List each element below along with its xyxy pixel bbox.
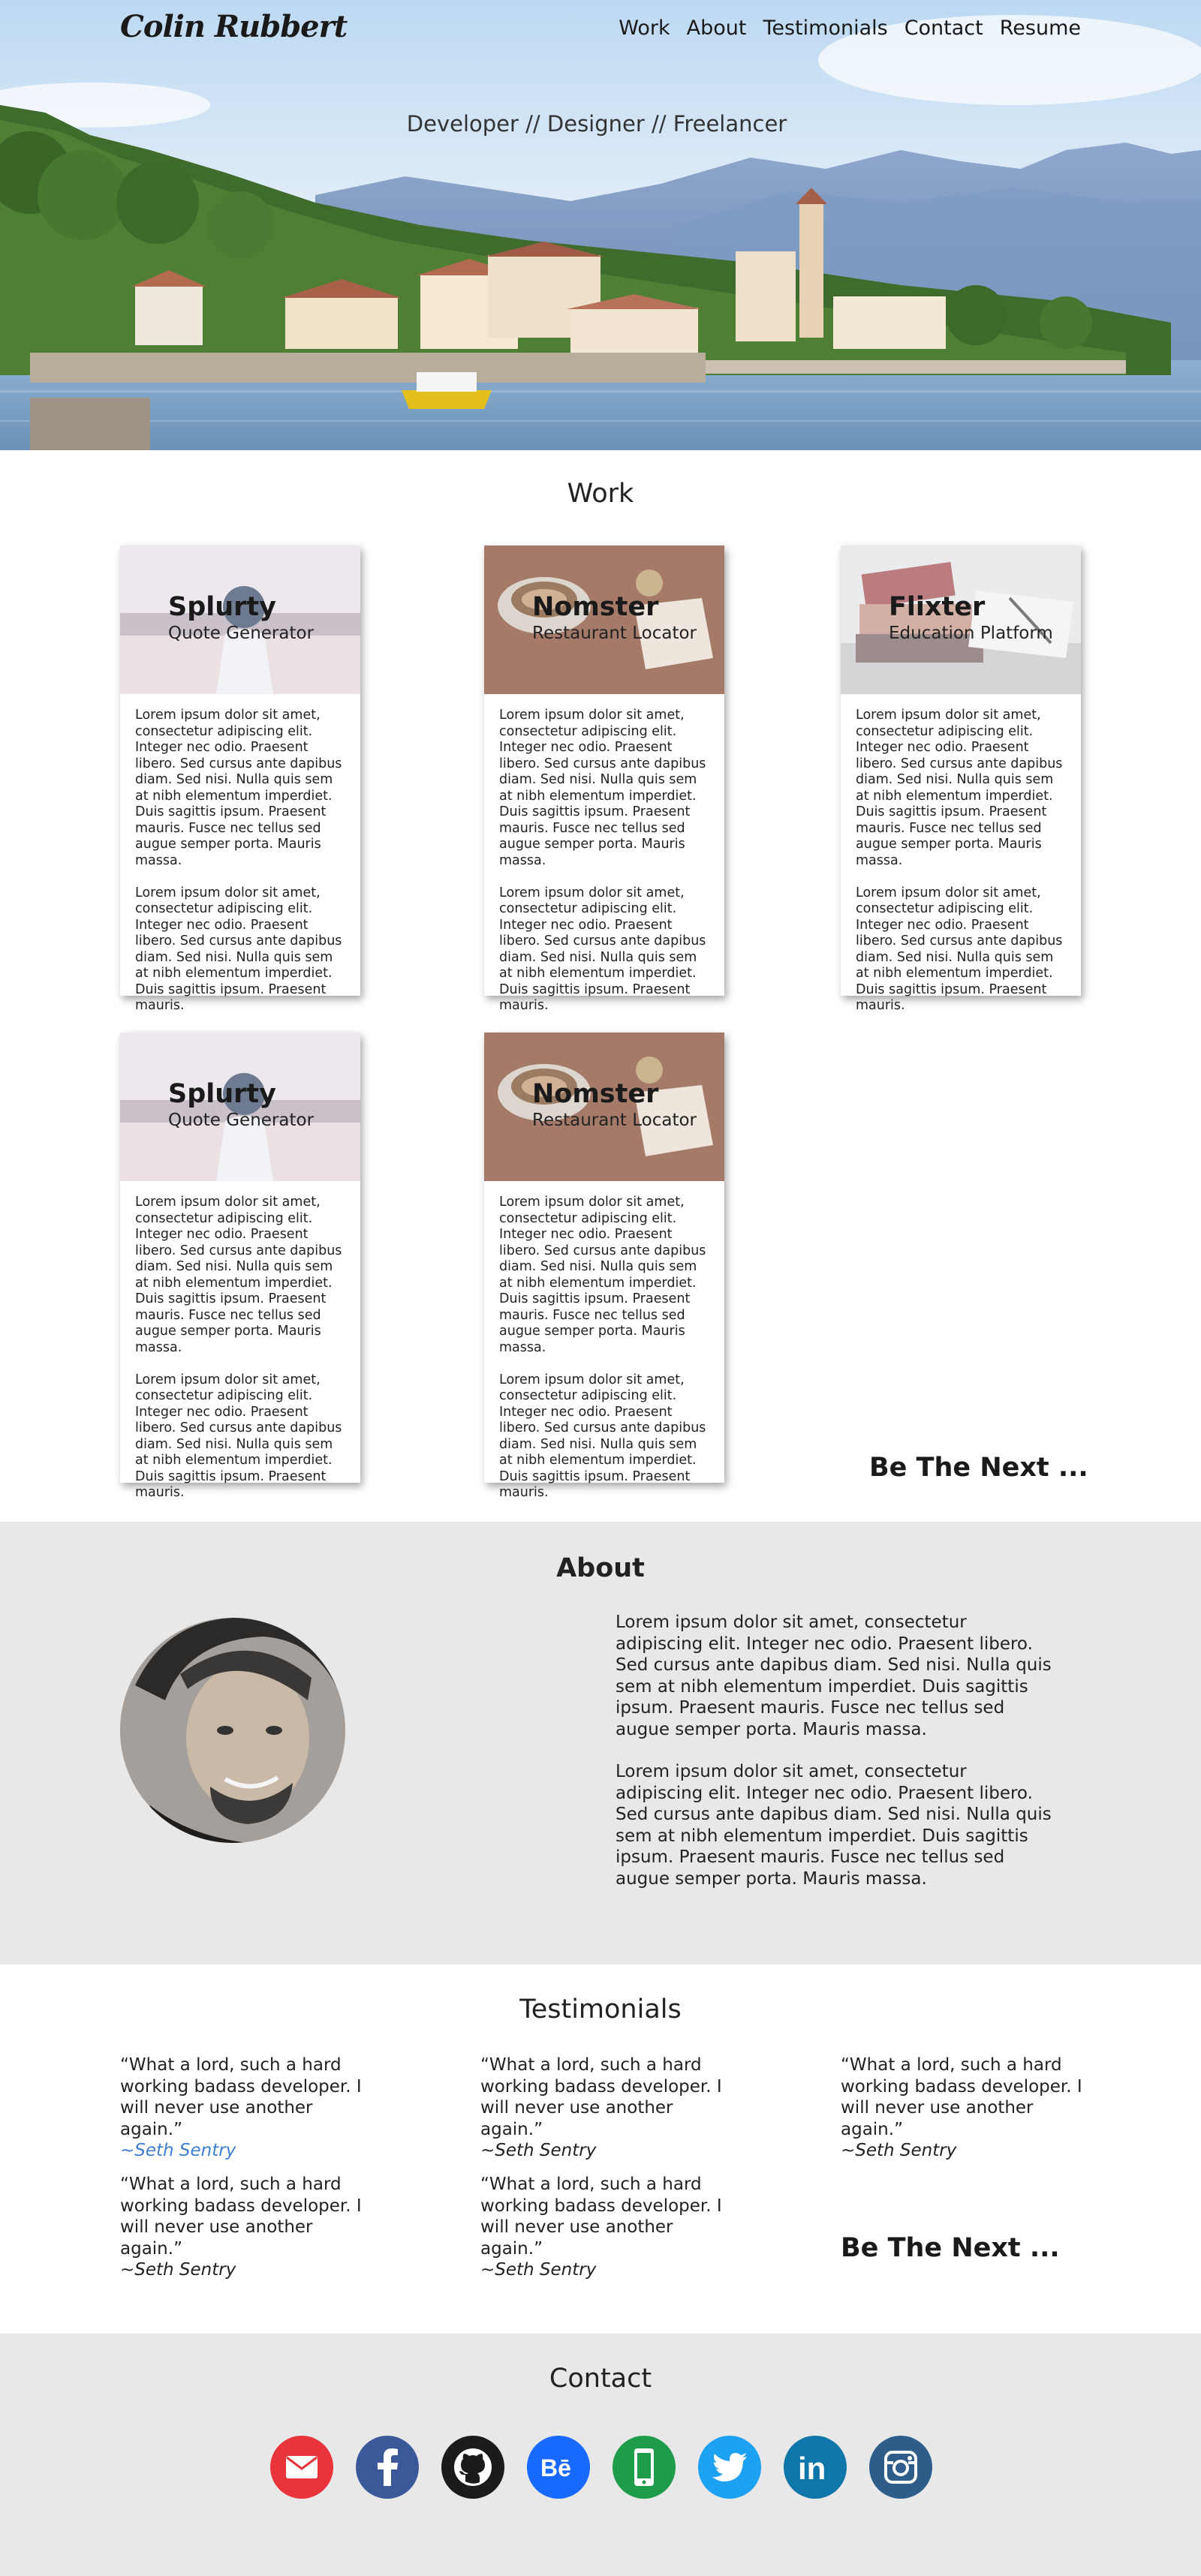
project-title: Nomster xyxy=(532,1079,659,1109)
nav-link-testimonials[interactable]: Testimonials xyxy=(763,17,887,40)
testimonial-author: ~Seth Sentry xyxy=(841,2141,957,2160)
nav-link-work[interactable]: Work xyxy=(619,17,670,40)
linkedin-icon[interactable]: in xyxy=(784,2436,847,2499)
project-card-nomster[interactable]: Nomster Restaurant Locator Lorem ipsum d… xyxy=(484,546,724,1013)
about-paragraph: Lorem ipsum dolor sit amet, consectetur … xyxy=(616,1613,1052,1739)
testimonial: “What a lord, such a hard working badass… xyxy=(120,2054,368,2162)
project-description: Lorem ipsum dolor sit amet, consectetur … xyxy=(484,694,724,1014)
project-card-flixter[interactable]: Flixter Education Platform Lorem ipsum d… xyxy=(841,546,1081,1013)
hero-tagline: Developer // Designer // Freelancer xyxy=(406,111,787,137)
social-links: Bē in xyxy=(0,2436,1201,2499)
about-paragraph: Lorem ipsum dolor sit amet, consectetur … xyxy=(616,1762,1052,1889)
project-title: Splurty xyxy=(168,592,276,622)
testimonial: “What a lord, such a hard working badass… xyxy=(120,2174,368,2281)
testimonial-quote: “What a lord, such a hard working badass… xyxy=(120,2175,362,2259)
project-card-splurty[interactable]: Splurty Quote Generator Lorem ipsum dolo… xyxy=(120,1033,360,1500)
brand-logo[interactable]: Colin Rubbert xyxy=(120,9,348,44)
project-description: Lorem ipsum dolor sit amet, consectetur … xyxy=(841,694,1081,1014)
project-subtitle: Quote Generator xyxy=(168,1111,315,1130)
description-paragraph: Lorem ipsum dolor sit amet, consectetur … xyxy=(135,1195,342,1355)
contact-section: Contact Bē in xyxy=(0,2334,1201,2576)
facebook-icon[interactable] xyxy=(356,2436,419,2499)
project-description: Lorem ipsum dolor sit amet, consectetur … xyxy=(120,694,360,1014)
avatar xyxy=(120,1618,345,1843)
testimonial-quote: “What a lord, such a hard working badass… xyxy=(480,2055,722,2139)
description-paragraph: Lorem ipsum dolor sit amet, consectetur … xyxy=(499,885,706,1014)
svg-text:Bē: Bē xyxy=(540,2454,571,2480)
description-paragraph: Lorem ipsum dolor sit amet, consectetur … xyxy=(856,708,1063,868)
testimonial: “What a lord, such a hard working badass… xyxy=(480,2054,728,2162)
work-title: Work xyxy=(567,479,634,509)
testimonial-author-link[interactable]: ~Seth Sentry xyxy=(120,2140,368,2162)
description-paragraph: Lorem ipsum dolor sit amet, consectetur … xyxy=(135,885,342,1014)
testimonials-section: Testimonials “What a lord, such a hard w… xyxy=(0,1964,1201,2334)
project-image: Nomster Restaurant Locator xyxy=(484,1033,724,1181)
testimonials-title: Testimonials xyxy=(519,1994,682,2024)
description-paragraph: Lorem ipsum dolor sit amet, consectetur … xyxy=(499,1195,706,1355)
testimonial: “What a lord, such a hard working badass… xyxy=(841,2054,1088,2162)
nav-link-contact[interactable]: Contact xyxy=(905,17,983,40)
project-subtitle: Education Platform xyxy=(889,624,1053,643)
work-section: Work Splurty Quote Generator Lorem ipsum… xyxy=(0,450,1201,1522)
project-card-splurty[interactable]: Splurty Quote Generator Lorem ipsum dolo… xyxy=(120,546,360,1013)
testimonial-author: ~Seth Sentry xyxy=(480,2141,597,2160)
testimonial-author: ~Seth Sentry xyxy=(120,2260,236,2280)
project-image: Nomster Restaurant Locator xyxy=(484,546,724,694)
instagram-icon[interactable] xyxy=(869,2436,932,2499)
project-description: Lorem ipsum dolor sit amet, consectetur … xyxy=(484,1181,724,1501)
behance-icon[interactable]: Bē xyxy=(527,2436,590,2499)
project-title: Flixter xyxy=(889,592,986,622)
description-paragraph: Lorem ipsum dolor sit amet, consectetur … xyxy=(499,1372,706,1501)
svg-text:in: in xyxy=(798,2451,826,2484)
github-icon[interactable] xyxy=(441,2436,504,2499)
description-paragraph: Lorem ipsum dolor sit amet, consectetur … xyxy=(135,1372,342,1501)
description-paragraph: Lorem ipsum dolor sit amet, consectetur … xyxy=(135,708,342,868)
about-title: About xyxy=(556,1553,645,1583)
project-subtitle: Restaurant Locator xyxy=(532,1111,697,1130)
testimonial-quote: “What a lord, such a hard working badass… xyxy=(120,2055,362,2139)
about-text: Lorem ipsum dolor sit amet, consectetur … xyxy=(616,1612,1058,1889)
project-image: Flixter Education Platform xyxy=(841,546,1081,694)
project-title: Nomster xyxy=(532,592,659,622)
project-description: Lorem ipsum dolor sit amet, consectetur … xyxy=(120,1181,360,1501)
contact-title: Contact xyxy=(549,2364,652,2394)
twitter-icon[interactable] xyxy=(698,2436,761,2499)
nav-link-resume[interactable]: Resume xyxy=(1000,17,1081,40)
project-card-nomster[interactable]: Nomster Restaurant Locator Lorem ipsum d… xyxy=(484,1033,724,1500)
project-image: Splurty Quote Generator xyxy=(120,546,360,694)
phone-icon[interactable] xyxy=(613,2436,676,2499)
top-nav: Colin Rubbert Work About Testimonials Co… xyxy=(0,0,1201,60)
testimonial-quote: “What a lord, such a hard working badass… xyxy=(841,2055,1082,2139)
project-title: Splurty xyxy=(168,1079,276,1109)
hero-landscape-image xyxy=(0,0,1201,450)
nav-link-about[interactable]: About xyxy=(687,17,747,40)
testimonials-be-the-next[interactable]: Be The Next ... xyxy=(841,2233,1060,2263)
testimonial: “What a lord, such a hard working badass… xyxy=(480,2174,728,2281)
testimonial-quote: “What a lord, such a hard working badass… xyxy=(480,2175,722,2259)
project-subtitle: Restaurant Locator xyxy=(532,624,697,643)
testimonial-author: ~Seth Sentry xyxy=(480,2260,597,2280)
description-paragraph: Lorem ipsum dolor sit amet, consectetur … xyxy=(499,708,706,868)
project-image: Splurty Quote Generator xyxy=(120,1033,360,1181)
profile-photo xyxy=(120,1618,345,1843)
description-paragraph: Lorem ipsum dolor sit amet, consectetur … xyxy=(856,885,1063,1014)
work-be-the-next[interactable]: Be The Next ... xyxy=(869,1453,1088,1483)
about-section: About Lorem ipsum dolor sit amet, consec… xyxy=(0,1522,1201,1964)
nav-links: Work About Testimonials Contact Resume xyxy=(619,17,1081,40)
hero: Colin Rubbert Work About Testimonials Co… xyxy=(0,0,1201,450)
email-icon[interactable] xyxy=(270,2436,333,2499)
project-subtitle: Quote Generator xyxy=(168,624,315,643)
